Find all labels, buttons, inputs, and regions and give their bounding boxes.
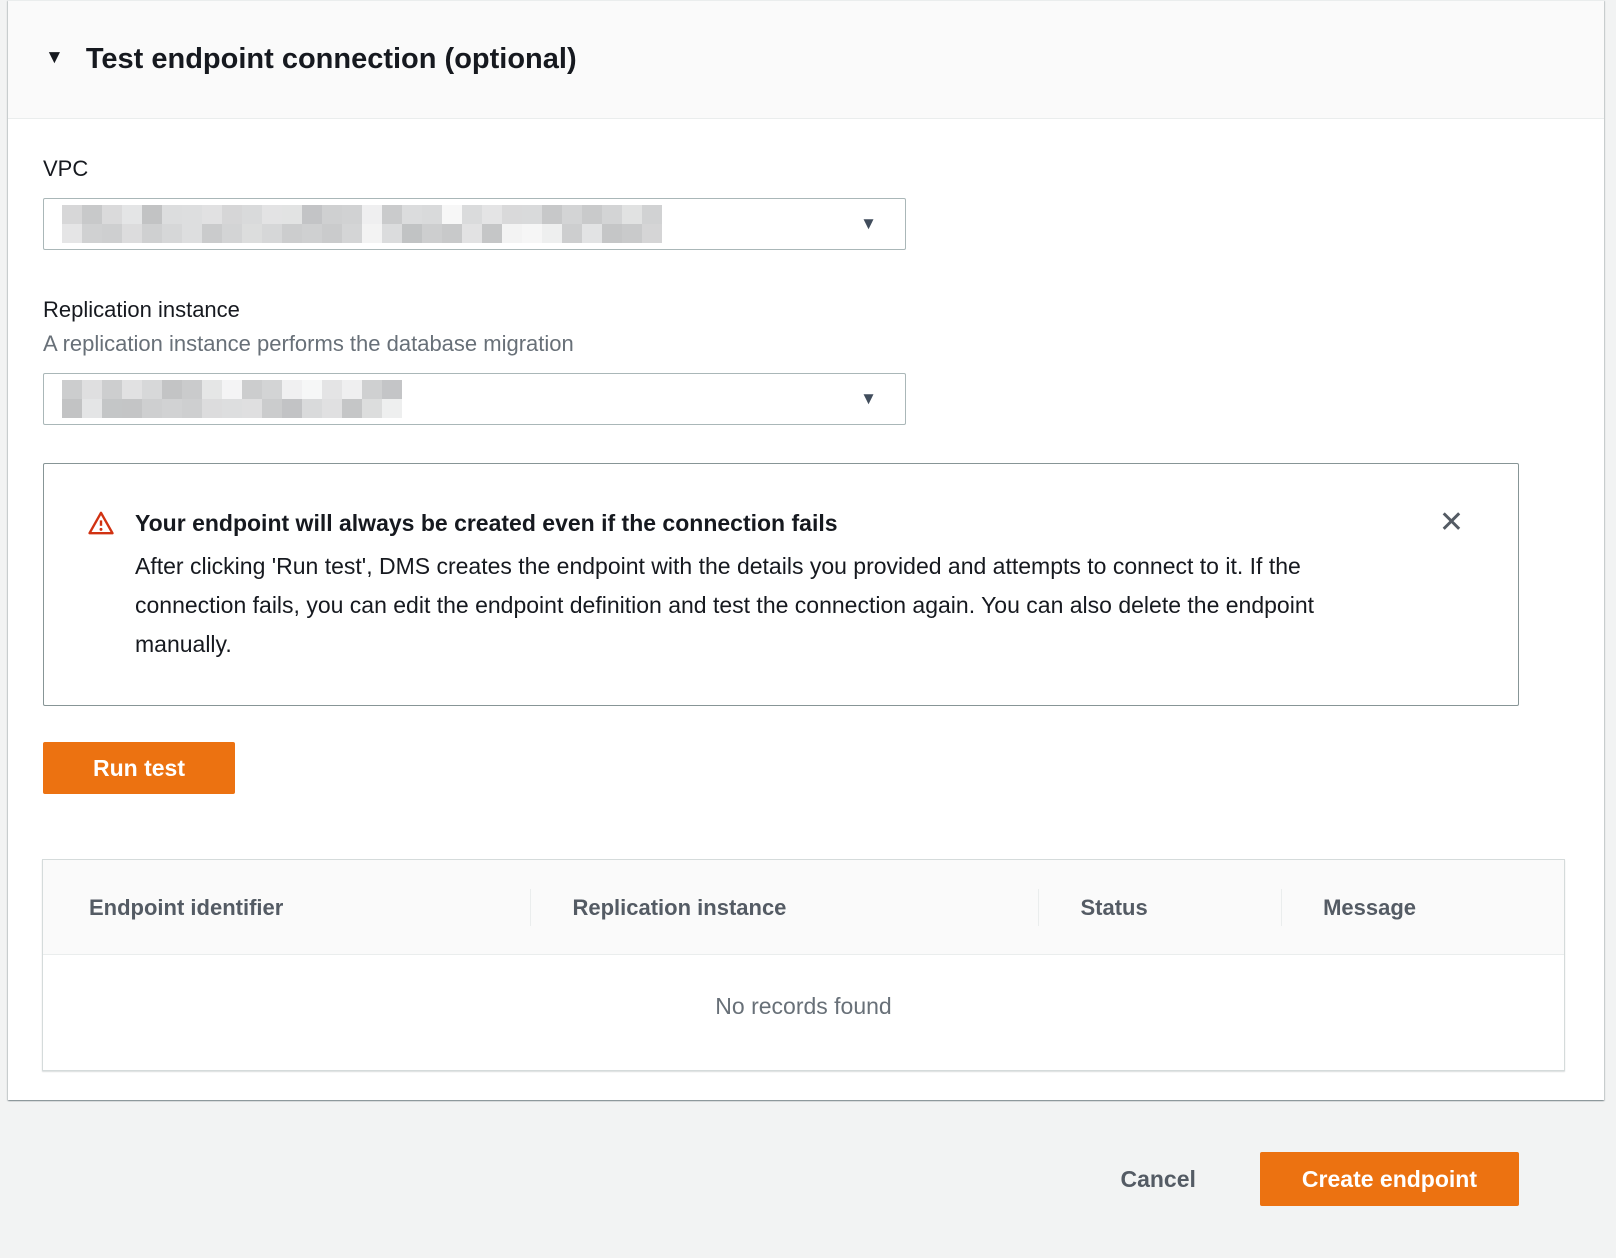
run-test-button[interactable]: Run test bbox=[43, 742, 235, 794]
section-body: VPC ▼ Replication instance A replication… bbox=[8, 155, 1604, 1071]
warning-alert: Your endpoint will always be created eve… bbox=[43, 463, 1519, 706]
page: ▼ Test endpoint connection (optional) VP… bbox=[0, 0, 1616, 1258]
create-endpoint-button[interactable]: Create endpoint bbox=[1260, 1152, 1519, 1206]
test-endpoint-section: ▼ Test endpoint connection (optional) VP… bbox=[8, 0, 1604, 1100]
alert-body: After clicking 'Run test', DMS creates t… bbox=[135, 547, 1398, 664]
table-header-row: Endpoint identifier Replication instance… bbox=[43, 860, 1564, 955]
empty-table-message: No records found bbox=[43, 955, 1564, 1070]
vpc-redacted-value bbox=[62, 205, 662, 243]
alert-title: Your endpoint will always be created eve… bbox=[135, 508, 1398, 538]
replication-instance-label: Replication instance bbox=[43, 296, 1604, 323]
caret-down-icon: ▼ bbox=[860, 390, 877, 407]
form-actions-footer: Cancel Create endpoint bbox=[0, 1100, 1616, 1258]
warning-icon bbox=[88, 510, 114, 536]
close-icon[interactable]: ✕ bbox=[1435, 504, 1468, 542]
vpc-select[interactable]: ▼ bbox=[43, 198, 906, 250]
column-header-status: Status bbox=[1038, 860, 1281, 955]
test-results-table: Endpoint identifier Replication instance… bbox=[42, 859, 1565, 1071]
column-header-endpoint-identifier: Endpoint identifier bbox=[43, 860, 530, 955]
alert-text: Your endpoint will always be created eve… bbox=[135, 508, 1398, 664]
replication-instance-description: A replication instance performs the data… bbox=[43, 330, 1604, 357]
caret-down-icon: ▼ bbox=[860, 215, 877, 232]
collapse-caret-icon[interactable]: ▼ bbox=[45, 48, 64, 67]
vpc-label: VPC bbox=[43, 155, 1604, 182]
column-header-message: Message bbox=[1281, 860, 1564, 955]
section-title: Test endpoint connection (optional) bbox=[86, 39, 577, 79]
replication-instance-redacted-value bbox=[62, 380, 402, 418]
replication-instance-select[interactable]: ▼ bbox=[43, 373, 906, 425]
section-header[interactable]: ▼ Test endpoint connection (optional) bbox=[8, 1, 1604, 119]
column-header-replication-instance: Replication instance bbox=[530, 860, 1038, 955]
cancel-button[interactable]: Cancel bbox=[1120, 1166, 1195, 1193]
